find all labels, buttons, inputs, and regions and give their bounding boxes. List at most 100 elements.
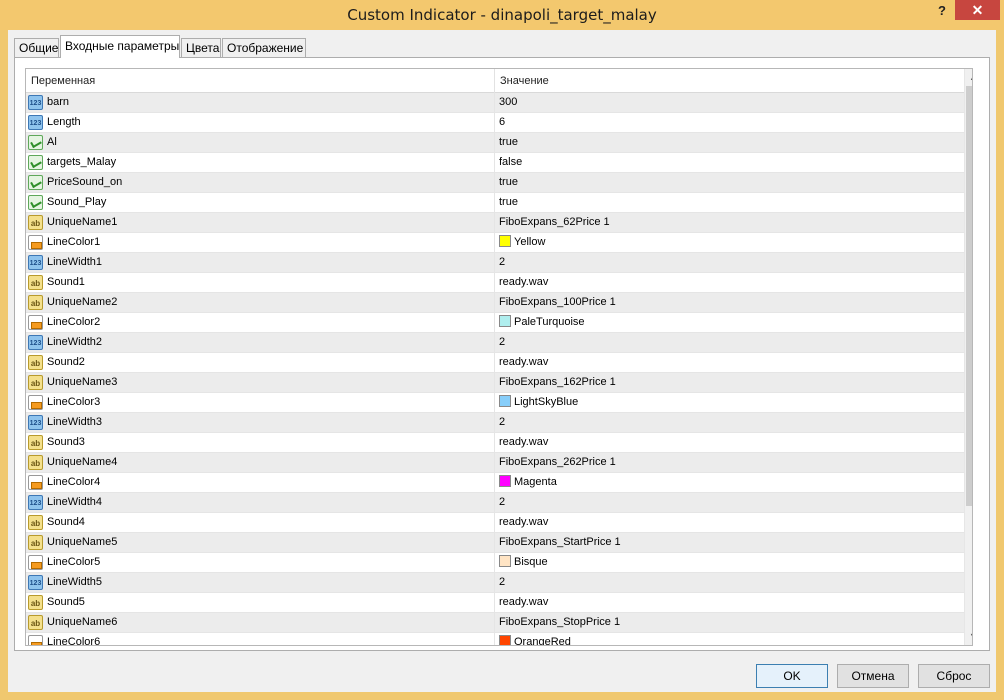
vertical-scrollbar[interactable]: ▲ ▼	[964, 69, 972, 645]
parameter-value[interactable]: Magenta	[494, 473, 964, 492]
parameter-row[interactable]: LineColor5 Bisque	[26, 553, 964, 573]
parameter-row[interactable]: ab UniqueName5 FiboExpans_StartPrice 1	[26, 533, 964, 553]
parameter-value[interactable]: LightSkyBlue	[494, 393, 964, 412]
parameter-row[interactable]: 123 LineWidth4 2	[26, 493, 964, 513]
parameter-name: 123 LineWidth5	[26, 573, 494, 592]
parameter-value[interactable]: ready.wav	[494, 273, 964, 292]
parameter-name: Al	[26, 133, 494, 152]
parameter-row[interactable]: PriceSound_on true	[26, 173, 964, 193]
parameter-name-label: LineWidth5	[47, 576, 103, 588]
parameter-row[interactable]: ab UniqueName6 FiboExpans_StopPrice 1	[26, 613, 964, 633]
parameter-row[interactable]: ab UniqueName1 FiboExpans_62Price 1	[26, 213, 964, 233]
parameter-row[interactable]: LineColor2 PaleTurquoise	[26, 313, 964, 333]
ok-button[interactable]: OK	[756, 664, 828, 688]
color-swatch	[499, 235, 511, 247]
parameter-name: ab UniqueName3	[26, 373, 494, 392]
parameter-value-text: ready.wav	[499, 596, 549, 608]
parameter-value[interactable]: ready.wav	[494, 433, 964, 452]
parameter-row[interactable]: ab Sound4 ready.wav	[26, 513, 964, 533]
parameter-value[interactable]: PaleTurquoise	[494, 313, 964, 332]
scrollbar-thumb[interactable]	[966, 86, 972, 506]
parameter-value[interactable]: FiboExpans_262Price 1	[494, 453, 964, 472]
parameter-value[interactable]: false	[494, 153, 964, 172]
parameter-value-text: false	[499, 156, 523, 168]
parameter-name-label: LineWidth2	[47, 336, 103, 348]
parameter-row[interactable]: LineColor4 Magenta	[26, 473, 964, 493]
tab-input-parameters[interactable]: Входные параметры	[60, 35, 180, 58]
parameter-name-label: Sound_Play	[47, 196, 107, 208]
parameter-row[interactable]: ab UniqueName3 FiboExpans_162Price 1	[26, 373, 964, 393]
parameter-row[interactable]: ab UniqueName4 FiboExpans_262Price 1	[26, 453, 964, 473]
parameter-value[interactable]: ready.wav	[494, 593, 964, 612]
tab-panel: Переменная Значение 123 barn 300 123 Length 6…	[14, 57, 990, 651]
cancel-button[interactable]: Отмена	[837, 664, 909, 688]
parameter-row[interactable]: targets_Malay false	[26, 153, 964, 173]
parameter-row[interactable]: 123 barn 300	[26, 93, 964, 113]
parameter-name-label: Sound1	[47, 276, 85, 288]
parameter-row[interactable]: ab Sound2 ready.wav	[26, 353, 964, 373]
parameter-row[interactable]: 123 LineWidth1 2	[26, 253, 964, 273]
parameter-value[interactable]: 2	[494, 573, 964, 592]
parameter-name: LineColor3	[26, 393, 494, 412]
parameter-name: 123 LineWidth2	[26, 333, 494, 352]
reset-button[interactable]: Сброс	[918, 664, 990, 688]
parameter-value[interactable]: FiboExpans_100Price 1	[494, 293, 964, 312]
parameter-value[interactable]: true	[494, 133, 964, 152]
parameter-value[interactable]: ready.wav	[494, 353, 964, 372]
parameter-value-text: FiboExpans_162Price 1	[499, 376, 616, 388]
parameter-value[interactable]: 2	[494, 253, 964, 272]
parameter-row[interactable]: 123 Length 6	[26, 113, 964, 133]
parameter-value[interactable]: FiboExpans_StopPrice 1	[494, 613, 964, 632]
parameter-value[interactable]: 2	[494, 413, 964, 432]
parameter-value[interactable]: FiboExpans_62Price 1	[494, 213, 964, 232]
parameter-name: LineColor5	[26, 553, 494, 572]
scroll-up-arrow-icon[interactable]: ▲	[965, 69, 972, 86]
column-header-value[interactable]: Значение	[495, 69, 964, 93]
string-icon: ab	[28, 535, 43, 550]
title-bar[interactable]: Custom Indicator - dinapoli_target_malay…	[0, 0, 1004, 30]
parameter-value-text: 300	[499, 96, 518, 108]
parameter-row[interactable]: ab UniqueName2 FiboExpans_100Price 1	[26, 293, 964, 313]
parameter-value[interactable]: true	[494, 193, 964, 212]
parameter-row[interactable]: LineColor3 LightSkyBlue	[26, 393, 964, 413]
tab-general[interactable]: Общие	[14, 38, 59, 57]
parameter-value[interactable]: 6	[494, 113, 964, 132]
parameter-value-text: true	[499, 196, 518, 208]
parameters-grid: Переменная Значение 123 barn 300 123 Length 6…	[25, 68, 973, 646]
parameter-value[interactable]: OrangeRed	[494, 633, 964, 645]
column-header-variable[interactable]: Переменная	[26, 69, 494, 93]
parameter-name-label: Length	[47, 116, 81, 128]
parameter-name: ab UniqueName6	[26, 613, 494, 632]
parameter-row[interactable]: Sound_Play true	[26, 193, 964, 213]
parameter-value[interactable]: Bisque	[494, 553, 964, 572]
scroll-down-arrow-icon[interactable]: ▼	[965, 628, 972, 645]
bool-icon	[28, 135, 43, 150]
parameter-value-text: true	[499, 136, 518, 148]
parameter-value[interactable]: 2	[494, 333, 964, 352]
parameter-value[interactable]: true	[494, 173, 964, 192]
parameter-row[interactable]: Al true	[26, 133, 964, 153]
parameter-value[interactable]: 300	[494, 93, 964, 112]
parameter-value[interactable]: Yellow	[494, 233, 964, 252]
help-button[interactable]: ?	[930, 0, 954, 22]
parameter-value[interactable]: FiboExpans_StartPrice 1	[494, 533, 964, 552]
parameter-row[interactable]: LineColor1 Yellow	[26, 233, 964, 253]
parameter-value-text: FiboExpans_StartPrice 1	[499, 536, 621, 548]
tab-colors[interactable]: Цвета	[181, 38, 221, 57]
parameter-row[interactable]: ab Sound3 ready.wav	[26, 433, 964, 453]
parameter-row[interactable]: 123 LineWidth2 2	[26, 333, 964, 353]
close-button[interactable]: ✕	[955, 0, 1000, 20]
parameter-value-text: FiboExpans_100Price 1	[499, 296, 616, 308]
parameter-name-label: UniqueName3	[47, 376, 118, 388]
tab-display[interactable]: Отображение	[222, 38, 306, 57]
parameter-row[interactable]: 123 LineWidth5 2	[26, 573, 964, 593]
parameter-row[interactable]: 123 LineWidth3 2	[26, 413, 964, 433]
parameter-value[interactable]: ready.wav	[494, 513, 964, 532]
parameter-row[interactable]: ab Sound5 ready.wav	[26, 593, 964, 613]
parameter-value[interactable]: FiboExpans_162Price 1	[494, 373, 964, 392]
parameter-value[interactable]: 2	[494, 493, 964, 512]
string-icon: ab	[28, 455, 43, 470]
parameter-row[interactable]: LineColor6 OrangeRed	[26, 633, 964, 645]
parameter-row[interactable]: ab Sound1 ready.wav	[26, 273, 964, 293]
string-icon: ab	[28, 615, 43, 630]
